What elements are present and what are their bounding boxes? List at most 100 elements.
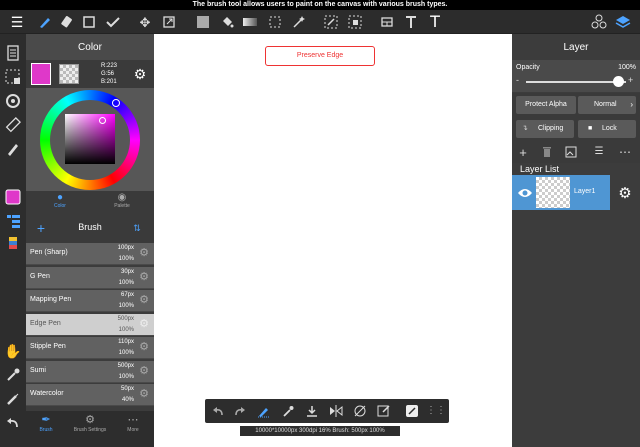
select-eraser-icon[interactable] bbox=[346, 13, 364, 31]
color-tabs: ● Color ◉ Palette bbox=[26, 191, 154, 213]
canvas[interactable] bbox=[154, 34, 512, 447]
hand-icon[interactable]: ✋ bbox=[3, 342, 23, 360]
gradient-icon[interactable] bbox=[241, 13, 259, 31]
fill-color-icon[interactable] bbox=[194, 13, 212, 31]
color-icon[interactable] bbox=[3, 188, 23, 206]
layer-settings-gear-icon[interactable]: ⚙ bbox=[616, 184, 634, 202]
saturation-value-square[interactable] bbox=[65, 114, 115, 164]
eraser-tool-icon[interactable] bbox=[58, 13, 76, 31]
opacity-plus-icon[interactable]: + bbox=[628, 75, 633, 85]
delete-layer-icon[interactable] bbox=[540, 145, 554, 159]
tab-color-label: Color bbox=[54, 203, 66, 209]
brush-size: 100px bbox=[117, 245, 134, 251]
palette-stack-icon[interactable] bbox=[3, 234, 23, 252]
protect-alpha-button[interactable]: Protect Alpha bbox=[516, 96, 576, 114]
select-pen-icon[interactable] bbox=[322, 13, 340, 31]
brush-settings-gear-icon[interactable]: ⚙ bbox=[138, 341, 150, 353]
bucket-icon[interactable] bbox=[218, 13, 236, 31]
move-tool-icon[interactable]: ✥ bbox=[136, 13, 154, 31]
select-check-icon[interactable] bbox=[104, 13, 122, 31]
primary-color-swatch[interactable] bbox=[31, 63, 51, 85]
opacity-value: 100% bbox=[618, 64, 636, 71]
undo-icon[interactable] bbox=[209, 402, 227, 420]
lasso-icon[interactable] bbox=[266, 13, 284, 31]
brush-settings-gear-icon[interactable]: ⚙ bbox=[138, 271, 150, 283]
magic-wand-icon[interactable] bbox=[290, 13, 308, 31]
select-rect-icon[interactable] bbox=[80, 13, 98, 31]
transform-icon[interactable] bbox=[160, 13, 178, 31]
text-tool-icon[interactable]: T bbox=[426, 13, 444, 31]
preserve-edge-button[interactable]: Preserve Edge bbox=[265, 46, 375, 66]
pen-icon[interactable] bbox=[3, 390, 23, 408]
layer-row-layer1[interactable]: Layer1 bbox=[512, 175, 610, 210]
brush-item[interactable]: Pen (Sharp) 100px 100% ⚙ bbox=[26, 243, 154, 265]
grid-icon[interactable]: ⋮⋮ bbox=[426, 402, 446, 420]
layer-list-icon[interactable] bbox=[3, 212, 23, 230]
pages-icon[interactable] bbox=[3, 44, 23, 62]
layer-image-icon[interactable] bbox=[564, 145, 578, 159]
app-window: The brush tool allows users to paint on … bbox=[0, 0, 640, 447]
rotate-icon[interactable] bbox=[3, 92, 23, 110]
layer-list-view-icon[interactable]: ☰ bbox=[592, 145, 606, 159]
visibility-eye-icon[interactable] bbox=[516, 184, 534, 202]
lock-button[interactable]: ■ Lock bbox=[578, 120, 636, 138]
brush-opacity: 100% bbox=[118, 256, 134, 262]
tab-color[interactable]: ● Color bbox=[48, 192, 72, 209]
layers-icon[interactable] bbox=[614, 13, 632, 31]
frame-icon[interactable] bbox=[378, 13, 396, 31]
opacity-slider-track[interactable] bbox=[526, 81, 626, 83]
layer-more-icon[interactable]: ⋯ bbox=[618, 145, 632, 159]
brush-item[interactable]: Stipple Pen 110px 100% ⚙ bbox=[26, 337, 154, 359]
secondary-color-swatch[interactable] bbox=[59, 64, 79, 84]
brush-item[interactable]: Sumi 500px 100% ⚙ bbox=[26, 360, 154, 383]
sort-brush-icon[interactable]: ⇅ bbox=[130, 221, 144, 235]
brush-settings-gear-icon[interactable]: ⚙ bbox=[138, 247, 150, 259]
add-brush-icon[interactable]: + bbox=[34, 221, 48, 235]
download-icon[interactable] bbox=[303, 402, 321, 420]
brush-size: 50px bbox=[120, 386, 134, 392]
clipping-button[interactable]: ↴ Clipping bbox=[516, 120, 574, 138]
opacity-minus-icon[interactable]: - bbox=[516, 75, 519, 85]
brush-item[interactable]: Watercolor 50px 40% ⚙ bbox=[26, 384, 154, 406]
color-picker-handle[interactable] bbox=[99, 117, 106, 124]
no-snap-icon[interactable] bbox=[351, 402, 369, 420]
brush-item[interactable]: Edge Pen 500px 100% ⚙ bbox=[26, 313, 154, 336]
brush-opacity: 100% bbox=[118, 303, 134, 309]
selection-icon[interactable] bbox=[3, 68, 23, 86]
tab-palette[interactable]: ◉ Palette bbox=[108, 192, 136, 209]
blend-mode-value: Normal bbox=[594, 101, 617, 108]
tab-brush-settings[interactable]: ⚙ Brush Settings bbox=[66, 413, 114, 433]
dropper-icon[interactable] bbox=[279, 402, 297, 420]
flip-icon[interactable] bbox=[327, 402, 345, 420]
brush-settings-gear-icon[interactable]: ⚙ bbox=[138, 294, 150, 306]
edit-icon[interactable] bbox=[375, 402, 393, 420]
green-value: G:56 bbox=[101, 71, 115, 77]
color-settings-gear-icon[interactable]: ⚙ bbox=[132, 66, 148, 82]
left-tool-column: ✋ bbox=[0, 34, 26, 447]
brush-settings-gear-icon[interactable]: ⚙ bbox=[138, 318, 150, 330]
hue-handle[interactable] bbox=[112, 99, 120, 107]
pen-fill-icon[interactable] bbox=[3, 140, 23, 158]
brush-opacity: 100% bbox=[118, 326, 134, 333]
add-layer-icon[interactable]: + bbox=[516, 145, 530, 159]
brush-tool-icon[interactable] bbox=[36, 13, 54, 31]
text-icon[interactable] bbox=[402, 13, 420, 31]
brush-settings-gear-icon[interactable]: ⚙ bbox=[138, 365, 150, 377]
reference-icon[interactable] bbox=[403, 402, 421, 420]
opacity-slider-handle[interactable] bbox=[613, 76, 624, 87]
eyedropper-icon[interactable] bbox=[3, 366, 23, 384]
brush-item[interactable]: G Pen 30px 100% ⚙ bbox=[26, 266, 154, 289]
tab-more[interactable]: ⋯ More bbox=[120, 413, 146, 433]
materials-icon[interactable] bbox=[590, 13, 608, 31]
menu-icon[interactable]: ☰ bbox=[8, 13, 26, 31]
clipping-icon: ↴ bbox=[522, 125, 528, 132]
redo-icon[interactable] bbox=[231, 402, 249, 420]
blend-mode-select[interactable]: Normal › bbox=[578, 96, 636, 114]
brush-size: 500px bbox=[117, 362, 134, 369]
brush-settings-gear-icon[interactable]: ⚙ bbox=[138, 388, 150, 400]
tab-brush[interactable]: ✒ Brush bbox=[32, 413, 60, 433]
undo-icon[interactable] bbox=[3, 414, 23, 432]
brush-item[interactable]: Mapping Pen 67px 100% ⚙ bbox=[26, 290, 154, 312]
brush-quick-icon[interactable] bbox=[255, 402, 273, 420]
ruler-icon[interactable] bbox=[3, 116, 23, 134]
